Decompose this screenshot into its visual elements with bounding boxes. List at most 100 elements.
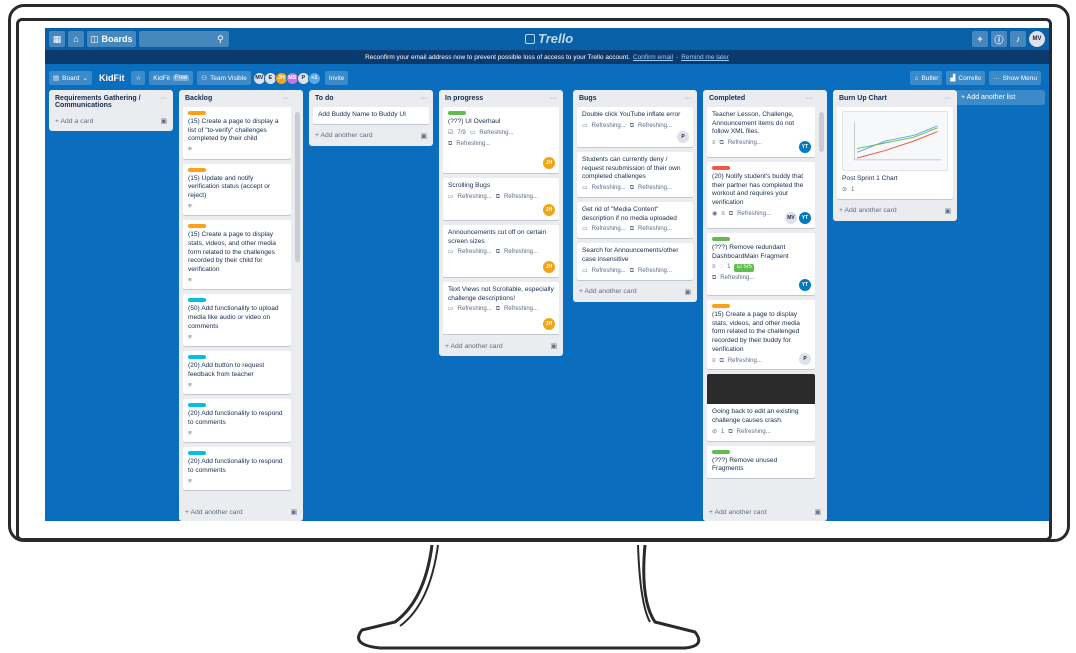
list-title[interactable]: Bugs <box>579 95 597 102</box>
invite-button[interactable]: Invite <box>324 71 349 85</box>
list-menu-icon[interactable]: ··· <box>944 95 951 102</box>
card[interactable]: Going back to edit an existing challenge… <box>707 374 815 441</box>
refreshing-text: Refreshing... <box>727 357 762 364</box>
member-avatar[interactable]: JH <box>543 318 555 330</box>
card[interactable]: Search for Announcements/other case inse… <box>577 243 693 280</box>
card[interactable]: Add Buddy Name to Buddy UI <box>313 107 429 124</box>
card-label <box>712 237 730 241</box>
card[interactable]: (20) Add button to request feedback from… <box>183 351 291 395</box>
visibility-button[interactable]: ⚇ Team Visible <box>197 71 251 85</box>
list-title[interactable]: Completed <box>709 95 745 102</box>
card[interactable]: Teacher Lesson, Challenge, Announcement … <box>707 107 815 157</box>
list-title[interactable]: To do <box>315 95 334 102</box>
team-button[interactable]: KidFit Free <box>149 71 194 85</box>
add-another-card-button[interactable]: + Add another card ▣ <box>179 503 303 521</box>
checklist-icon: ☑ <box>736 264 742 271</box>
card[interactable]: Students can currently deny / request re… <box>577 152 693 198</box>
corrello-button[interactable]: ▟ Corrello <box>946 71 986 85</box>
add-list-button[interactable]: + Add another list <box>955 90 1045 105</box>
user-avatar[interactable]: MV <box>1029 31 1045 47</box>
add-another-card-button[interactable]: + Add another card ▣ <box>837 204 953 218</box>
confirm-email-link[interactable]: Confirm email <box>633 54 673 61</box>
member-avatar[interactable]: MV <box>785 212 797 224</box>
add-another-card-button[interactable]: + Add another card ▣ <box>313 129 429 143</box>
template-icon[interactable]: ▣ <box>945 207 951 215</box>
template-icon[interactable]: ▣ <box>421 132 427 140</box>
template-icon[interactable]: ▣ <box>815 508 821 516</box>
list-menu-icon[interactable]: ··· <box>282 95 289 102</box>
member-avatar[interactable]: P <box>677 131 689 143</box>
search-icon: ⚲ <box>216 33 224 44</box>
card-label <box>188 167 206 172</box>
list-menu-icon[interactable]: ··· <box>550 95 557 102</box>
list-title[interactable]: Requirements Gathering / Communications <box>55 95 160 109</box>
card[interactable]: (???) Remove unused Fragments <box>707 445 815 479</box>
template-icon[interactable]: ▣ <box>551 342 557 350</box>
boards-button[interactable]: ◫ Boards <box>87 31 136 47</box>
remind-later-link[interactable]: Remind me later <box>681 54 729 61</box>
card[interactable]: Text Views not Scrollable, especially ch… <box>443 282 559 334</box>
add-another-card-button[interactable]: + Add another card ▣ <box>577 285 693 299</box>
home-icon[interactable]: ⌂ <box>68 31 84 47</box>
boards-label: Boards <box>101 34 133 44</box>
notification-bell-icon[interactable]: ♪ <box>1010 31 1026 47</box>
calendar-icon: ▭ <box>582 226 588 233</box>
add-another-card-button[interactable]: + Add another card ▣ <box>443 339 559 353</box>
list-title[interactable]: In progress <box>445 95 483 102</box>
card[interactable]: Announcements cut off on certain screen … <box>443 225 559 277</box>
card[interactable]: Double click YouTube inflate error ▭ Refr… <box>577 107 693 147</box>
card[interactable]: (20) Add functionality to respond to com… <box>183 447 291 491</box>
card[interactable]: (50) Add functionality to upload media l… <box>183 294 291 347</box>
card-title: (15) Create a page to display a list of … <box>188 118 279 143</box>
card[interactable]: (15) Update and notify verification stat… <box>183 163 291 216</box>
star-icon[interactable]: ☆ <box>131 71 146 85</box>
refreshing-text: Refreshing... <box>720 275 755 282</box>
show-menu-button[interactable]: ··· Show Menu <box>989 71 1041 85</box>
card-label <box>188 224 206 229</box>
list-title[interactable]: Burn Up Chart <box>839 95 887 102</box>
description-icon: ≡ <box>188 146 192 154</box>
description-icon: ≡ <box>188 202 192 210</box>
card[interactable]: (15) Create a page to display stats, vid… <box>183 220 291 290</box>
card[interactable]: (20) Add functionality to respond to com… <box>183 399 291 443</box>
card[interactable]: (15) Create a page to display a list of … <box>183 107 291 159</box>
card[interactable]: (20) Notify student's buddy that their p… <box>707 162 815 228</box>
card[interactable]: Scrolling Bugs ▭ Refreshing... ⧉ Refreshing… <box>443 178 559 220</box>
list-menu-icon[interactable]: ··· <box>806 95 813 102</box>
template-icon[interactable]: ▣ <box>291 508 297 516</box>
card[interactable]: (15) Create a page to display stats, vid… <box>707 300 815 370</box>
template-icon[interactable]: ▣ <box>685 288 691 296</box>
create-plus-icon[interactable]: + <box>972 31 988 47</box>
checklist-count: 7/9 <box>457 129 466 136</box>
member-avatar[interactable]: YT <box>799 279 811 291</box>
card[interactable]: Get rid of "Media Content" description i… <box>577 202 693 239</box>
board-title[interactable]: KidFit <box>96 73 128 83</box>
add-card-button[interactable]: + Add a card ▣ <box>53 114 169 128</box>
card[interactable]: Post Sprint 1 Chart ⊘ 1 <box>837 107 953 199</box>
add-another-card-button[interactable]: + Add another card ▣ <box>703 503 827 521</box>
list-menu-icon[interactable]: ··· <box>684 95 691 102</box>
info-icon[interactable]: ⓘ <box>991 31 1007 47</box>
more-members-badge[interactable]: +1 <box>307 71 321 85</box>
refreshing-text: Refreshing... <box>591 267 626 274</box>
scrollbar[interactable] <box>819 112 824 152</box>
trello-logo[interactable]: Trello <box>525 31 573 46</box>
list-menu-icon[interactable]: ··· <box>420 95 427 102</box>
list-menu-icon[interactable]: ··· <box>160 95 167 109</box>
card[interactable]: (???) Remove redundant DashboardMain Fra… <box>707 233 815 295</box>
description-icon: ≡ <box>188 333 192 341</box>
team-icon: ⚇ <box>201 75 208 82</box>
template-icon[interactable]: ▣ <box>161 117 167 125</box>
member-avatar[interactable]: JH <box>543 261 555 273</box>
scrollbar[interactable] <box>295 112 300 262</box>
card[interactable]: (???) UI Overhaul ☑ 7/9 ▭ Refreshing... ⧉ Re… <box>443 107 559 173</box>
apps-icon[interactable]: ▦ <box>49 31 65 47</box>
list-title[interactable]: Backlog <box>185 95 212 102</box>
member-avatar[interactable]: JH <box>543 204 555 216</box>
member-avatar[interactable]: JH <box>543 157 555 169</box>
member-avatar[interactable]: YT <box>799 212 811 224</box>
butler-button[interactable]: ⌂ Butler <box>910 71 943 85</box>
search-input[interactable]: ⚲ <box>138 31 229 47</box>
board-view-switcher[interactable]: ▤ Board ⌄ <box>49 71 92 85</box>
member-avatar[interactable]: YT <box>799 141 811 153</box>
